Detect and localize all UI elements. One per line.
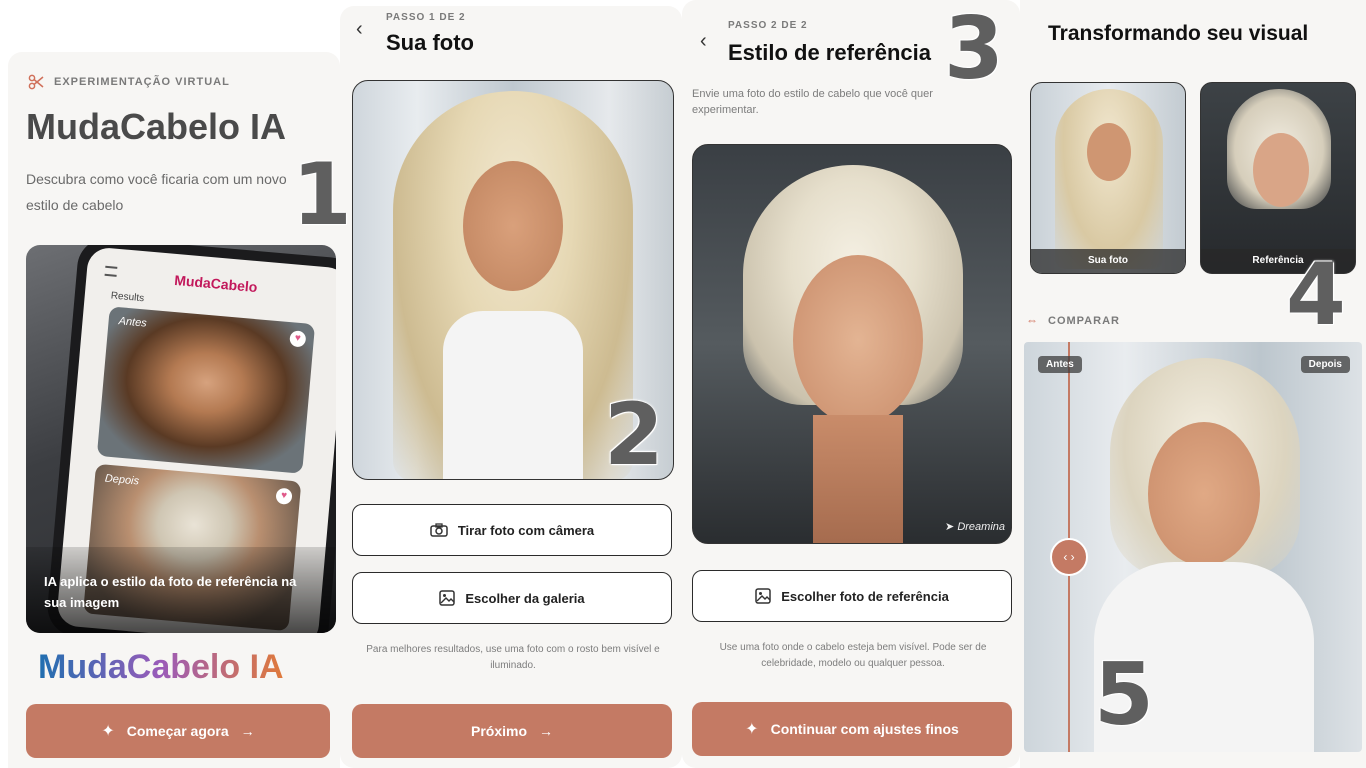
start-button-label: Começar agora (126, 723, 229, 739)
heart-icon: ♥ (289, 330, 307, 348)
comparison-view[interactable]: ‹ › Antes Depois (1024, 342, 1362, 752)
start-button[interactable]: ✦ Começar agora → (26, 704, 330, 758)
menu-icon (104, 265, 118, 277)
heart-icon: ♥ (275, 487, 293, 505)
step-number-5: 5 (1094, 645, 1154, 745)
step-label: PASSO 1 DE 2 (386, 12, 466, 23)
hint-text: Use uma foto onde o cabelo esteja bem vi… (719, 642, 987, 669)
gallery-button[interactable]: Escolher da galeria (352, 572, 672, 624)
choose-reference-label: Escolher foto de referência (781, 588, 949, 604)
arrow-right-icon: → (240, 723, 255, 739)
back-button[interactable]: ‹ (356, 18, 363, 41)
subtitle-line-2: estilo de cabelo (26, 197, 124, 213)
arrow-right-icon: → (539, 723, 553, 739)
next-button[interactable]: Próximo → (352, 704, 672, 758)
promo-caption: IA aplica o estilo da foto de referência… (44, 574, 297, 610)
camera-button-label: Tirar foto com câmera (457, 522, 595, 538)
next-button-label: Próximo (470, 723, 527, 739)
image-icon (439, 590, 456, 606)
eyebrow-label: EXPERIMENTAÇÃO VIRTUAL (54, 76, 230, 88)
step-number-3: 3 (944, 0, 1004, 99)
step2-panel: ‹ PASSO 2 DE 2 Estilo de referência Envi… (682, 0, 1020, 768)
results-label: Results (110, 290, 145, 305)
welcome-panel: EXPERIMENTAÇÃO VIRTUAL MudaCabelo IA Des… (8, 52, 340, 768)
hint-text: Para melhores resultados, use uma foto c… (366, 644, 660, 671)
compare-label: COMPARAR (1048, 315, 1120, 327)
reference-photo: ➤ Dreamina (692, 144, 1012, 544)
page-title: Sua foto (386, 30, 474, 55)
scissors-icon (28, 74, 44, 90)
before-photo: Antes ♥ (96, 306, 316, 474)
step-number-4: 4 (1286, 245, 1346, 345)
app-title: MudaCabelo IA (26, 106, 287, 147)
result-panel: Transformando seu visual Sua foto Referê… (1020, 0, 1366, 768)
sparkle-icon: ✦ (745, 721, 759, 738)
camera-icon (430, 523, 448, 537)
camera-button[interactable]: Tirar foto com câmera (352, 504, 672, 556)
step-number-2: 2 (604, 385, 664, 485)
thumb-your-photo[interactable]: Sua foto (1030, 82, 1186, 274)
phone-logo: MudaCabelo (173, 271, 259, 296)
page-title: Transformando seu visual (1048, 22, 1309, 45)
after-label: Depois (104, 472, 140, 488)
compare-handle[interactable]: ‹ › (1050, 538, 1088, 576)
before-tag: Antes (1038, 356, 1082, 373)
continue-button-label: Continuar com ajustes finos (770, 721, 959, 737)
choose-reference-button[interactable]: Escolher foto de referência (692, 570, 1012, 622)
back-button[interactable]: ‹ (700, 30, 707, 53)
before-label: Antes (118, 315, 148, 330)
brand-wordmark: MudaCabelo IA (38, 648, 284, 686)
sparkle-icon: ✦ (101, 723, 115, 740)
thumb-your-photo-label: Sua foto (1031, 249, 1185, 273)
step-number-1: 1 (292, 145, 352, 245)
after-tag: Depois (1300, 356, 1350, 373)
watermark: ➤ Dreamina (945, 521, 1005, 533)
page-title: Estilo de referência (728, 40, 931, 65)
continue-button[interactable]: ✦ Continuar com ajustes finos (692, 702, 1012, 756)
compare-icon: ⇔ (1026, 313, 1038, 327)
image-icon (755, 588, 771, 604)
step-label: PASSO 2 DE 2 (728, 20, 808, 31)
promo-card: MudaCabelo Results Antes ♥ Depois ♥ IA a… (26, 245, 336, 633)
watermark-text: Dreamina (957, 521, 1005, 533)
subtitle-line-1: Descubra como você ficaria com um novo (26, 171, 287, 187)
gallery-button-label: Escolher da galeria (465, 590, 585, 606)
